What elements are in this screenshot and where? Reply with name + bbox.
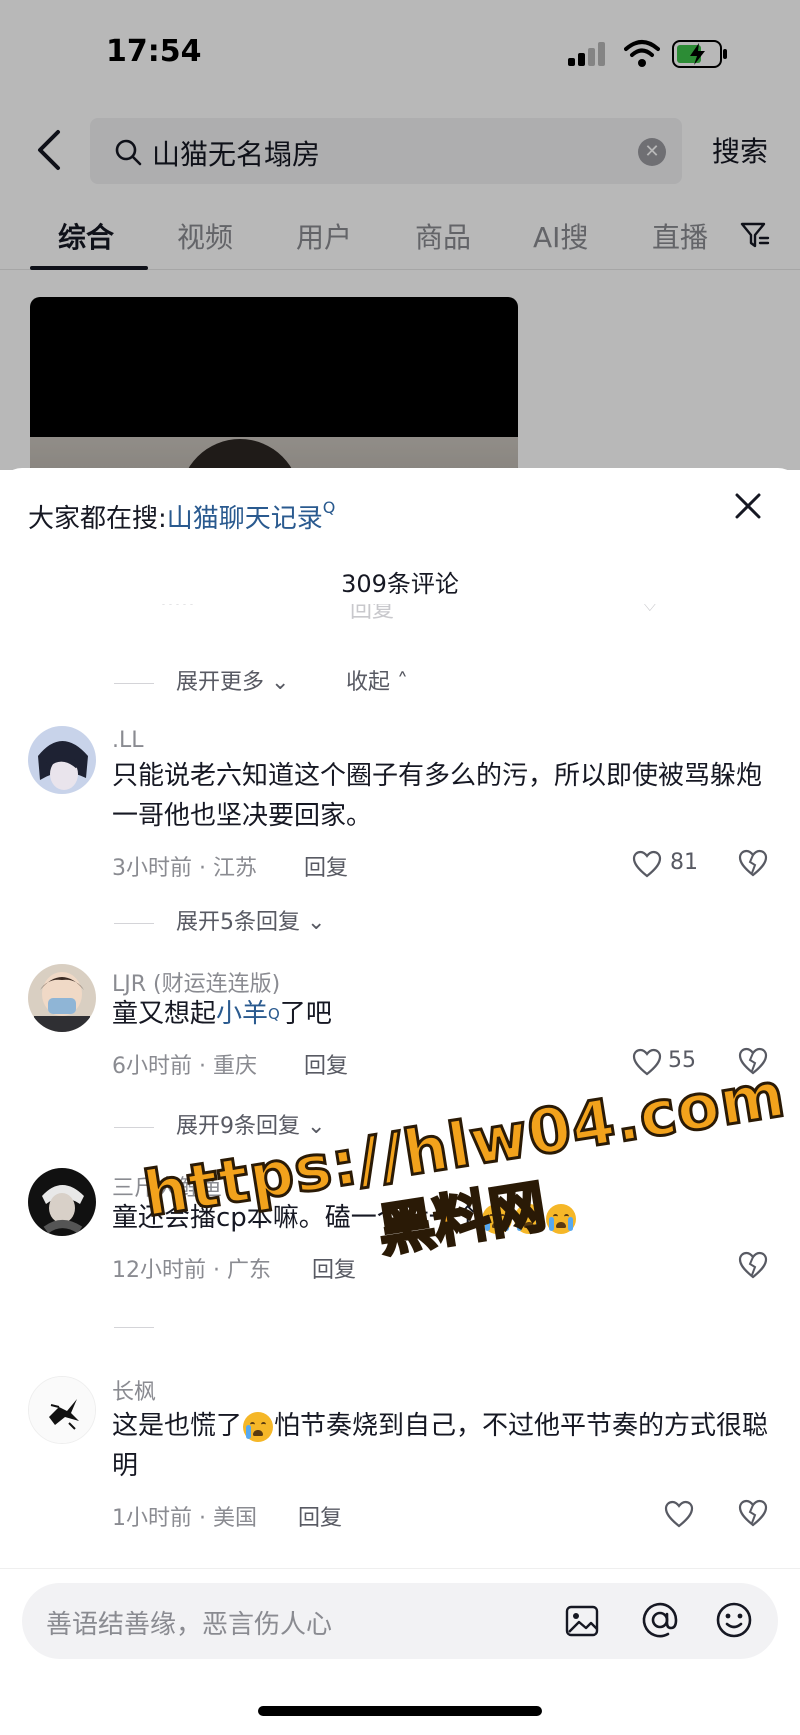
- hot-search-link[interactable]: 山猫聊天记录: [167, 504, 323, 534]
- comment-author[interactable]: .LL: [112, 728, 144, 753]
- expand-replies-button[interactable]: 展开5条回复 ⌄: [114, 904, 325, 936]
- dislike-icon[interactable]: [738, 848, 768, 878]
- avatar[interactable]: [28, 964, 96, 1032]
- comment-meta: 3小时前 · 江苏: [112, 856, 257, 881]
- scrolled-comment-row: ····· 回复 ♡: [0, 604, 800, 638]
- reply-button[interactable]: 回复: [304, 1048, 348, 1080]
- comment-sheet: 大家都在搜:山猫聊天记录Q 309条评论 ····· 回复 ♡ 展开更多 ⌄ 收…: [0, 468, 800, 1735]
- expand-replies-button[interactable]: [114, 1314, 176, 1339]
- reply-button[interactable]: 回复: [298, 1500, 342, 1532]
- search-icon: Q: [268, 1005, 280, 1023]
- hot-search-label: 大家都在搜:: [28, 504, 167, 534]
- comment-author[interactable]: 长枫: [112, 1374, 156, 1406]
- at-icon[interactable]: [640, 1600, 680, 1640]
- comment-count: 309条评论: [341, 570, 459, 598]
- heart-icon[interactable]: [632, 850, 662, 878]
- comment-text-part: 了吧: [279, 999, 332, 1029]
- hot-search-bar: 大家都在搜:山猫聊天记录Q: [28, 498, 335, 535]
- comment-text-part: 童又想起: [112, 999, 217, 1029]
- like-count: 81: [670, 850, 698, 875]
- reply-button: 回复: [350, 604, 395, 623]
- comment-input-bar: 善语结善缘，恶言伤人心: [0, 1568, 800, 1735]
- collapse-label: 收起: [346, 670, 391, 695]
- watermark: https://hlw04.com 黑料网: [137, 1056, 792, 1303]
- dim-overlay[interactable]: [0, 0, 800, 470]
- dislike-icon[interactable]: [738, 1498, 768, 1528]
- comment-meta: 1小时前 · 美国: [112, 1506, 257, 1531]
- emoji-icon[interactable]: [714, 1600, 754, 1640]
- dislike-icon[interactable]: [738, 1250, 768, 1280]
- comment-input-placeholder: 善语结善缘，恶言伤人心: [46, 1610, 333, 1640]
- expand-more-label: 展开更多: [176, 670, 265, 695]
- avatar[interactable]: [28, 1168, 96, 1236]
- search-icon: Q: [322, 498, 336, 517]
- comment-input[interactable]: 善语结善缘，恶言伤人心: [22, 1583, 778, 1659]
- close-icon[interactable]: [732, 490, 764, 522]
- avatar[interactable]: [28, 1376, 96, 1444]
- collapse-button[interactable]: 收起 ˄: [346, 664, 408, 696]
- expand-more-button[interactable]: 展开更多 ⌄: [114, 664, 289, 696]
- comment-text: 只能说老六知道这个圈子有多么的污，所以即使被骂躲炮一哥他也坚决要回家。: [112, 761, 763, 831]
- comment-text: 这是也慌了 怕节奏烧到自己，不过他平节奏的方式很聪明: [112, 1406, 772, 1486]
- comment-meta: 6小时前 · 重庆: [112, 1054, 257, 1079]
- heart-icon[interactable]: [632, 1048, 662, 1076]
- avatar[interactable]: [28, 726, 96, 794]
- comment-text: 童又想起小羊Q了吧: [112, 994, 772, 1034]
- comment-text-part: 这是也慌了: [112, 1411, 243, 1441]
- expand-replies-label: 展开5条回复: [176, 910, 300, 935]
- image-icon[interactable]: [564, 1603, 600, 1639]
- home-indicator[interactable]: [258, 1706, 542, 1716]
- like-count: 55: [668, 1048, 696, 1073]
- laughing-crying-emoji-icon: [243, 1411, 274, 1442]
- comment-hashtag-link[interactable]: 小羊: [216, 999, 268, 1029]
- reply-button[interactable]: 回复: [304, 850, 348, 882]
- heart-icon[interactable]: [664, 1500, 694, 1528]
